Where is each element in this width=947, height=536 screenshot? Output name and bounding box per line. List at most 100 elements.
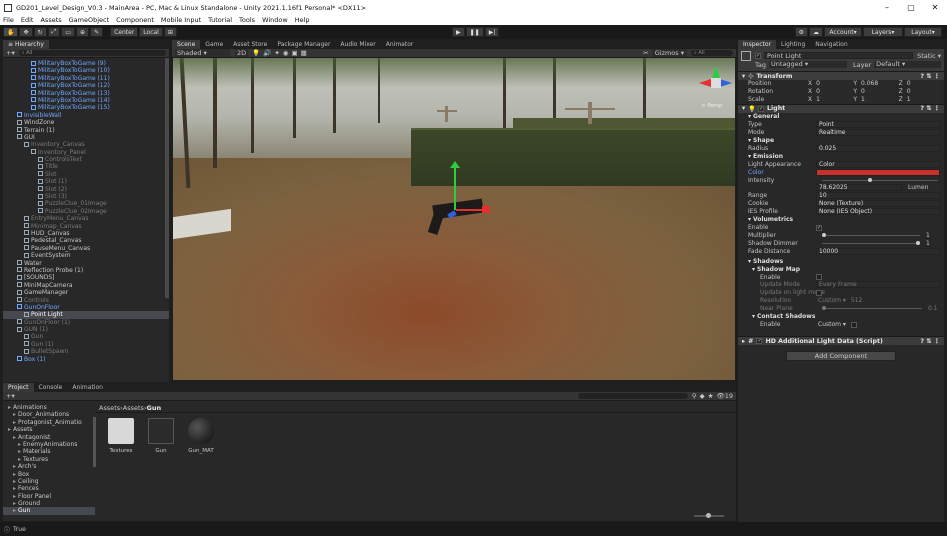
asset-gun[interactable]: Gun	[143, 418, 179, 454]
hierarchy-row[interactable]: GunOnFloor	[3, 304, 169, 311]
hierarchy-row[interactable]: MilitaryBoxToGame (12)	[3, 82, 169, 89]
hierarchy-row[interactable]: Terrain (1)	[3, 127, 169, 134]
hierarchy-row[interactable]: GameManager	[3, 289, 169, 296]
breadcrumb-item[interactable]: Assets	[123, 404, 144, 412]
rect-tool-icon[interactable]: ▭	[61, 27, 76, 37]
contact-shadows-section[interactable]: ▾ Contact Shadows	[738, 313, 944, 321]
inspector-tab-lighting[interactable]: Lighting	[776, 40, 810, 49]
near-plane-slider[interactable]	[822, 306, 922, 311]
menu-item-window[interactable]: Window	[262, 16, 288, 24]
hierarchy-row[interactable]: Slot (1)	[3, 178, 169, 185]
rotation-z-field[interactable]: Z0	[899, 88, 941, 96]
label-icon[interactable]: ◆	[700, 392, 705, 400]
pause-button[interactable]: ❚❚	[465, 27, 484, 37]
scene-tab-scene[interactable]: Scene	[172, 40, 201, 49]
folder-item[interactable]: ▸ Materials	[3, 448, 95, 455]
visibility-icon[interactable]: ◉	[283, 49, 289, 57]
hierarchy-row[interactable]: Gun (1)	[3, 341, 169, 348]
hierarchy-row[interactable]: HUD_Canvas	[3, 230, 169, 237]
hierarchy-row[interactable]: PuzzleClue_01Image	[3, 200, 169, 207]
ies-field[interactable]: None (IES Object)	[816, 208, 940, 216]
range-field[interactable]: 10	[816, 192, 940, 200]
emission-section[interactable]: ▾ Emission	[738, 152, 944, 160]
layer-dropdown[interactable]: Default ▾	[874, 61, 941, 68]
hierarchy-tab[interactable]: ≡ Hierarchy	[3, 40, 49, 49]
cloud-icon[interactable]: ☁	[809, 27, 823, 37]
project-tab-animation[interactable]: Animation	[67, 383, 108, 392]
asset-textures[interactable]: Textures	[103, 418, 139, 454]
folder-item[interactable]: ▸ EnemyAnimations	[3, 441, 95, 448]
appearance-dropdown[interactable]: Color	[816, 160, 940, 168]
breadcrumb-item[interactable]: Assets	[99, 404, 120, 412]
menu-item-file[interactable]: File	[3, 16, 14, 24]
folder-item[interactable]: ▸ Arch's	[3, 463, 95, 470]
gizmo-center-icon[interactable]	[711, 78, 721, 88]
dimmer-slider[interactable]	[822, 240, 921, 245]
hierarchy-row[interactable]: Gun	[3, 333, 169, 340]
hierarchy-row[interactable]: Inventory_Canvas	[3, 141, 169, 148]
pivot-toggle[interactable]: Center	[110, 27, 139, 37]
gizmo-y-axis[interactable]	[454, 166, 456, 210]
mode-dropdown[interactable]: Realtime	[816, 129, 940, 136]
project-search[interactable]	[577, 393, 688, 399]
menu-item-help[interactable]: Help	[295, 16, 310, 24]
folder-item[interactable]: ▸ Assets	[3, 426, 95, 433]
add-icon[interactable]: +▾	[6, 49, 15, 57]
gizmo-left-icon[interactable]	[699, 79, 711, 87]
multiplier-value[interactable]: 1	[926, 232, 944, 239]
scene-viewport[interactable]: < Persp	[173, 58, 735, 380]
intensity-unit-dropdown[interactable]: Lumen	[906, 184, 940, 192]
gizmo-up-icon[interactable]	[712, 66, 720, 78]
cs-checkbox[interactable]	[850, 321, 857, 328]
hierarchy-row[interactable]: Title	[3, 163, 169, 170]
move-tool-icon[interactable]: ✥	[19, 27, 33, 37]
active-checkbox[interactable]: ✓	[755, 52, 761, 59]
camera-icon[interactable]: ▣	[291, 49, 297, 57]
hierarchy-row[interactable]: Slot	[3, 171, 169, 178]
hierarchy-row[interactable]: InvisibleWall	[3, 112, 169, 119]
position-z-field[interactable]: Z0	[899, 80, 941, 88]
hierarchy-row[interactable]: Box (1)	[3, 356, 169, 363]
scale-z-field[interactable]: Z1	[899, 96, 941, 104]
scale-x-field[interactable]: X1	[808, 96, 851, 104]
shadow-map-section[interactable]: ▾ Shadow Map	[738, 265, 944, 273]
hierarchy-scrollbar[interactable]	[165, 58, 169, 298]
hand-tool-icon[interactable]: ✋	[3, 27, 19, 37]
scene-search[interactable]: ⌕ All	[691, 50, 733, 56]
position-y-field[interactable]: Y 0.068	[853, 80, 896, 88]
rotate-tool-icon[interactable]: ↻	[33, 27, 47, 37]
component-menu-icon[interactable]: ? ⇅ ⋮	[920, 105, 940, 112]
breadcrumb-item[interactable]: Gun	[147, 404, 162, 412]
hierarchy-row[interactable]: MilitaryBoxToGame (15)	[3, 104, 169, 111]
rotation-x-field[interactable]: X0	[808, 88, 851, 96]
vol-enable-checkbox[interactable]: ✓	[816, 224, 822, 231]
scene-tab-animator[interactable]: Animator	[381, 40, 419, 49]
update-mode-dropdown[interactable]: Every Frame	[816, 281, 940, 289]
hierarchy-row[interactable]: MilitaryBoxToGame (9)	[3, 60, 169, 67]
hierarchy-row[interactable]: MiniMapCamera	[3, 282, 169, 289]
radius-field[interactable]: 0.025	[816, 144, 940, 152]
hierarchy-row[interactable]: MilitaryBoxToGame (14)	[3, 97, 169, 104]
folder-item[interactable]: ▸ Fences	[3, 485, 95, 492]
star-icon[interactable]: ★	[708, 392, 714, 400]
hierarchy-row[interactable]: GunOnFloor (1)	[3, 319, 169, 326]
folder-item[interactable]: ▸ Door_Animations	[3, 411, 95, 418]
folder-item[interactable]: ▸ Protagonist_Animatio	[3, 419, 95, 426]
hierarchy-row[interactable]: GUI	[3, 134, 169, 141]
play-button[interactable]: ▶	[452, 27, 465, 37]
hierarchy-row[interactable]: WindZone	[3, 119, 169, 126]
shadows-section[interactable]: ▾ Shadows	[738, 257, 944, 265]
tools-icon[interactable]: ✂	[643, 49, 648, 57]
zoom-slider[interactable]	[694, 513, 724, 518]
scene-tab-asset-store[interactable]: Asset Store	[228, 40, 272, 49]
light-component-header[interactable]: ▾ 💡 ✓ Light? ⇅ ⋮	[738, 103, 944, 113]
cs-dropdown[interactable]: Custom ▾	[816, 321, 848, 329]
persp-label[interactable]: < Persp	[701, 103, 722, 109]
resolution-dropdown[interactable]: Custom ▾	[816, 297, 848, 305]
sm-enable-checkbox[interactable]	[816, 274, 822, 281]
asset-gun_mat[interactable]: Gun_MAT	[183, 418, 219, 454]
folder-item[interactable]: ▸ Textures	[3, 456, 95, 463]
scene-tab-game[interactable]: Game	[200, 40, 228, 49]
menu-item-tools[interactable]: Tools	[239, 16, 255, 24]
gizmos-dropdown[interactable]: Gizmos ▾	[651, 49, 687, 57]
